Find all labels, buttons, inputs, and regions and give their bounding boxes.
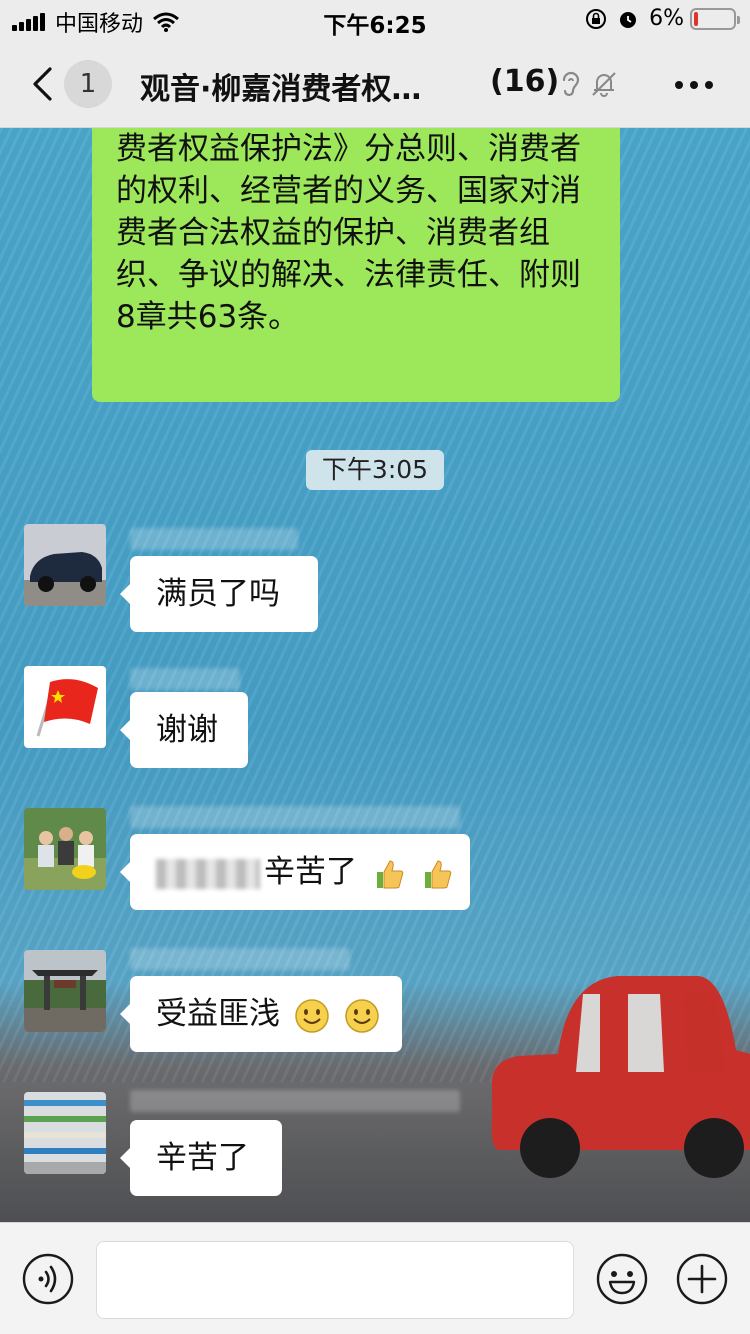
- avatar[interactable]: [24, 950, 106, 1032]
- sender-name-blurred: [130, 668, 240, 690]
- message-text: 辛苦了: [264, 854, 357, 890]
- wallpaper-car-illustration: [491, 976, 750, 1178]
- message-bubble[interactable]: 满员了吗: [120, 556, 318, 632]
- rotation-lock-icon: [586, 8, 607, 29]
- battery-icon: [690, 7, 740, 30]
- sender-name-blurred: [130, 528, 298, 550]
- avatar[interactable]: [24, 1092, 106, 1174]
- redacted-name: [156, 858, 260, 889]
- chat-title[interactable]: 观音·柳嘉消费者权…: [140, 64, 421, 108]
- more-functions-plus-button[interactable]: [676, 1253, 728, 1305]
- avatar[interactable]: [24, 808, 106, 890]
- sender-name-blurred: [130, 948, 350, 970]
- member-count: (16): [490, 64, 560, 99]
- more-options-icon[interactable]: [674, 80, 714, 90]
- message-input[interactable]: [96, 1241, 574, 1319]
- alarm-icon: [620, 11, 637, 28]
- back-arrow-icon[interactable]: [30, 66, 54, 102]
- message-text: 受益匪浅: [156, 996, 280, 1032]
- time-divider: 下午3:05: [306, 450, 444, 490]
- my-message-bubble[interactable]: 费者权益保护法》分总则、消费者的权利、经营者的义务、国家对消费者合法权益的保护、…: [92, 128, 620, 402]
- mute-notifications-icon: [592, 72, 616, 97]
- smile-emoji-icon: [344, 998, 379, 1033]
- emoji-button[interactable]: [596, 1253, 648, 1305]
- avatar[interactable]: [24, 666, 106, 748]
- smile-emoji-icon: [295, 998, 329, 1033]
- sender-name-blurred: [130, 1090, 460, 1112]
- chat-header: 1 观音·柳嘉消费者权… (16): [0, 40, 750, 128]
- car-photo-icon: [24, 524, 106, 606]
- earpiece-mode-icon: [562, 71, 580, 97]
- sender-name-blurred: [130, 806, 460, 828]
- archway-photo-icon: [24, 950, 106, 1032]
- my-message-text: 费者权益保护法》分总则、消费者的权利、经营者的义务、国家对消费者合法权益的保护、…: [116, 131, 581, 335]
- message-bubble[interactable]: 谢谢: [120, 692, 248, 768]
- voice-input-button[interactable]: [22, 1253, 74, 1305]
- status-bar: 中国移动 下午6:25 6%: [0, 0, 750, 40]
- battery-percent: 6%: [649, 6, 684, 31]
- message-bubble[interactable]: 受益匪浅: [120, 976, 402, 1052]
- store-shelf-photo-icon: [24, 1092, 106, 1174]
- flag-avatar-icon: [24, 666, 106, 748]
- input-toolbar: [0, 1222, 750, 1334]
- thumbs-up-icon: [424, 859, 452, 888]
- group-photo-icon: [24, 808, 106, 890]
- chat-message-list[interactable]: 费者权益保护法》分总则、消费者的权利、经营者的义务、国家对消费者合法权益的保护、…: [0, 128, 750, 1222]
- message-bubble[interactable]: 辛苦了: [120, 1120, 282, 1196]
- thumbs-up-icon: [376, 859, 404, 888]
- avatar[interactable]: [24, 524, 106, 606]
- unread-count-badge[interactable]: 1: [64, 60, 112, 108]
- message-bubble[interactable]: 辛苦了: [120, 834, 470, 910]
